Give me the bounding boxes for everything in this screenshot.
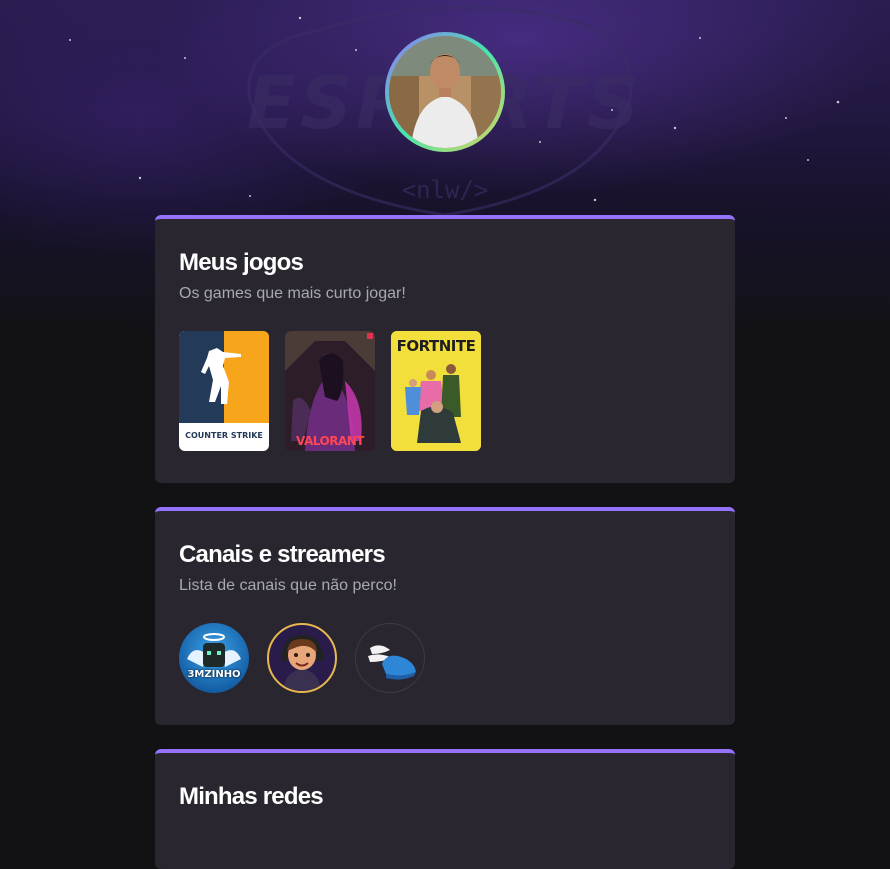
valorant-cover-icon[interactable]: VALORANT bbox=[285, 331, 375, 451]
hero-nlw-tag: <nlw/> bbox=[402, 176, 489, 204]
streamer-cartoon-avatar-icon[interactable] bbox=[267, 623, 337, 693]
streamers-title: Canais e streamers bbox=[179, 541, 386, 568]
streamers-card: Canais e streamers Lista de canais que n… bbox=[155, 507, 735, 725]
social-title: Minhas redes bbox=[179, 783, 324, 810]
winged-shoe-avatar-icon[interactable] bbox=[355, 623, 425, 693]
profile-avatar bbox=[385, 32, 505, 152]
games-list: COUNTER STRIKE VALORANT FORTNITE bbox=[179, 331, 481, 451]
counter-strike-cover-icon[interactable]: COUNTER STRIKE bbox=[179, 331, 269, 451]
games-card: Meus jogos Os games que mais curto jogar… bbox=[155, 215, 735, 483]
fortnite-cover-icon[interactable]: FORTNITE bbox=[391, 331, 481, 451]
3mzinho-avatar-icon[interactable]: 3MZINHO bbox=[179, 623, 249, 693]
counter-strike-label: COUNTER STRIKE bbox=[185, 431, 263, 440]
valorant-label: VALORANT bbox=[296, 434, 364, 448]
profile-photo-icon bbox=[389, 36, 501, 148]
social-card: Minhas redes bbox=[155, 749, 735, 869]
streamers-list: 3MZINHO bbox=[179, 623, 425, 693]
games-title: Meus jogos bbox=[179, 249, 304, 276]
fortnite-label: FORTNITE bbox=[396, 337, 476, 355]
streamers-subtitle: Lista de canais que não perco! bbox=[179, 577, 397, 594]
3mzinho-label: 3MZINHO bbox=[187, 669, 241, 680]
games-subtitle: Os games que mais curto jogar! bbox=[179, 285, 406, 302]
